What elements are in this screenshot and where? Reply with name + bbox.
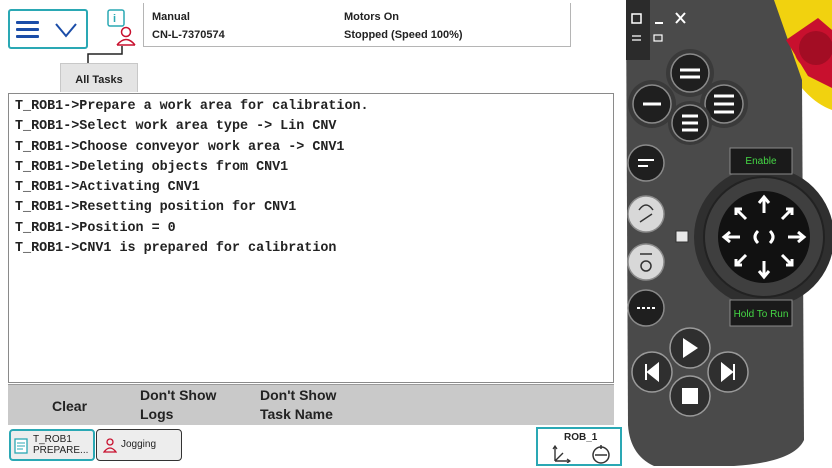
- command-bar: Clear Don't Show Logs Don't Show Task Na…: [8, 384, 614, 425]
- top-bar: i Manual CN-L-7370574 Motors On Stopped …: [0, 0, 708, 92]
- clear-button[interactable]: Clear: [52, 398, 87, 415]
- run-state: Stopped (Speed 100%): [344, 29, 463, 41]
- jogging-window-button[interactable]: Jogging: [96, 429, 182, 461]
- task-log[interactable]: T_ROB1->Prepare a work area for calibrat…: [8, 93, 614, 383]
- mechanical-unit-button[interactable]: ROB_1: [536, 427, 622, 466]
- hold-to-run-label: Hold To Run: [733, 309, 789, 320]
- menu-hamburger-icon: [16, 21, 39, 24]
- dont-show-task-name-button[interactable]: Don't Show Task Name: [260, 387, 370, 423]
- log-line: T_ROB1->CNV1 is prepared for calibration: [15, 241, 337, 257]
- task-icon: [14, 438, 28, 454]
- mech-unit-label: ROB_1: [564, 432, 598, 443]
- log-line: T_ROB1->Activating CNV1: [15, 180, 200, 196]
- log-line: T_ROB1->Choose conveyor work area -> CNV…: [15, 139, 345, 155]
- no-tool-icon: [592, 445, 610, 464]
- log-line: T_ROB1->Prepare a work area for calibrat…: [15, 99, 369, 114]
- svg-text:i: i: [113, 13, 116, 25]
- coordinate-system-icon: [552, 444, 572, 463]
- chevron-down-icon: [55, 23, 77, 38]
- dont-show-logs-label-1: Don't Show: [140, 387, 217, 403]
- operating-mode: Manual: [152, 11, 190, 23]
- enable-label: Enable: [745, 156, 777, 167]
- task-window-button[interactable]: T_ROB1 PREPARE...: [9, 429, 95, 461]
- controller-name: CN-L-7370574: [152, 29, 225, 41]
- dont-show-logs-button[interactable]: Don't Show Logs: [132, 387, 242, 423]
- dont-show-task-name-label-2: Task Name: [260, 406, 333, 422]
- taskbar: T_ROB1 PREPARE... Jogging ROB_1: [0, 425, 624, 468]
- log-line: T_ROB1->Position = 0: [15, 220, 176, 236]
- motors-state: Motors On: [344, 11, 399, 23]
- jogging-person-icon: [103, 438, 117, 453]
- main-menu-button[interactable]: [8, 9, 88, 49]
- task-button-label-1: T_ROB1: [33, 434, 72, 445]
- log-line: T_ROB1->Deleting objects from CNV1: [15, 159, 289, 175]
- tab-all-tasks[interactable]: All Tasks: [60, 63, 138, 92]
- log-line: T_ROB1->Resetting position for CNV1: [15, 200, 297, 216]
- dont-show-logs-label-2: Logs: [140, 406, 174, 422]
- flexpendant-hardware: [624, 0, 832, 468]
- jogging-label: Jogging: [121, 439, 157, 450]
- dont-show-task-name-label-1: Don't Show: [260, 387, 337, 403]
- status-bar[interactable]: Manual CN-L-7370574 Motors On Stopped (S…: [143, 3, 708, 47]
- task-button-label-2: PREPARE...: [33, 445, 89, 456]
- flexpendant-screen: i Manual CN-L-7370574 Motors On Stopped …: [0, 0, 708, 468]
- log-line: T_ROB1->Select work area type -> Lin CNV: [15, 119, 337, 135]
- tasks-info-icon[interactable]: i: [104, 8, 140, 48]
